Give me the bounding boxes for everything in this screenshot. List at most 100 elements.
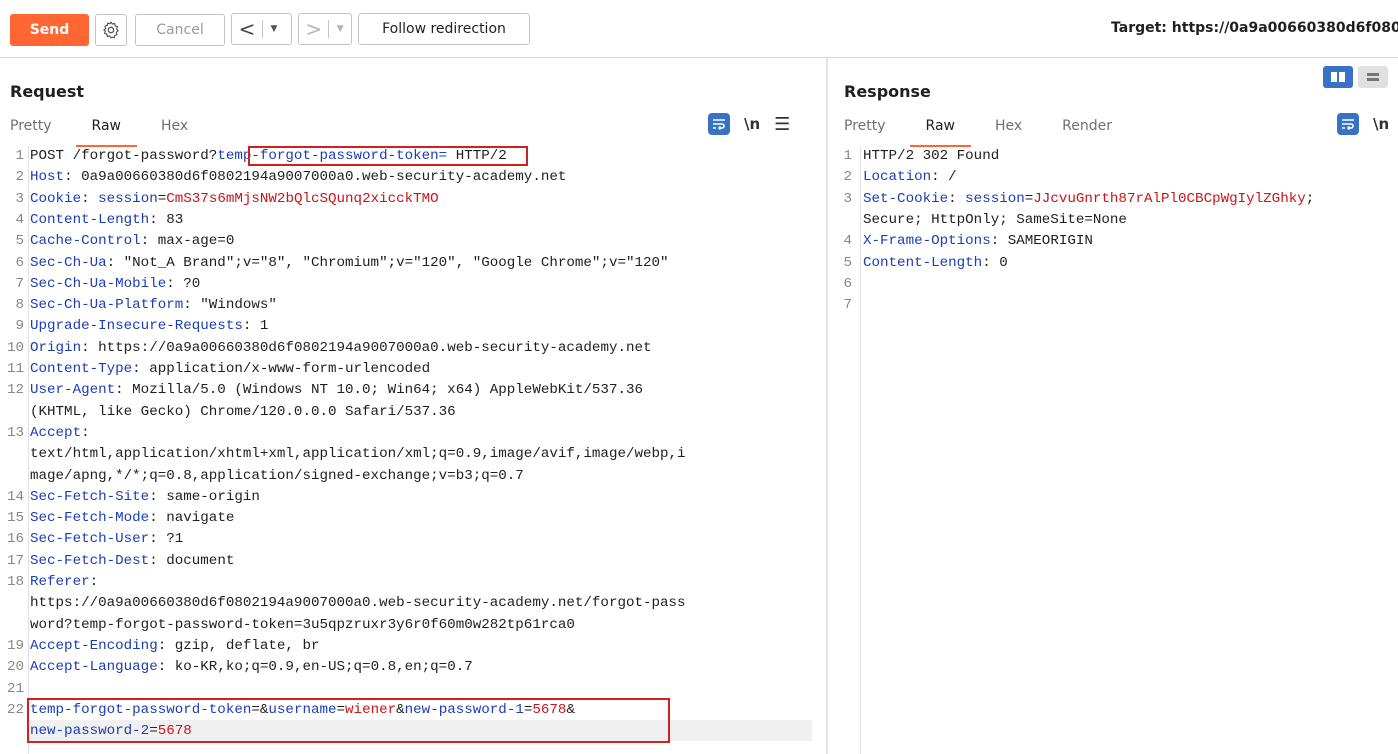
stacked-layout-icon[interactable]: [1358, 66, 1388, 88]
forward-history-dropdown[interactable]: ▼: [329, 14, 351, 44]
header-name: X-Frame-Options: [863, 233, 991, 250]
line-text: Upgrade-Insecure-Requests: 1: [30, 316, 268, 337]
line-number: 22: [6, 701, 24, 718]
code-text: : 1: [242, 318, 269, 335]
tab-hex[interactable]: Hex: [161, 118, 188, 142]
panel-divider[interactable]: [826, 58, 828, 754]
newline-toggle-icon[interactable]: \n: [1373, 115, 1389, 133]
code-text: word?temp-forgot-password-token=3u5qpzru…: [30, 616, 575, 633]
line-number: 7: [843, 297, 852, 314]
tab-pretty[interactable]: Pretty: [844, 118, 886, 142]
line-text: https://0a9a00660380d6f0802194a9007000a0…: [30, 593, 686, 614]
header-name: Cache-Control: [30, 233, 141, 250]
line-number: 14: [6, 488, 24, 505]
annotation-box-body: [27, 698, 670, 743]
line-text: Sec-Fetch-Mode: navigate: [30, 508, 234, 529]
response-editor[interactable]: 1 HTTP/2 302 Found 2 Location: / 3 Set-Cookie…: [830, 146, 1398, 754]
line-number: 21: [6, 680, 24, 697]
header-name: Cookie: [30, 190, 82, 207]
line-number: 7: [15, 275, 24, 292]
header-name: Sec-Fetch-Dest: [30, 552, 150, 569]
line-text: Accept:: [30, 423, 90, 444]
line-text: Sec-Fetch-Site: same-origin: [30, 487, 260, 508]
code-text: : 83: [149, 211, 184, 228]
line-number: 6: [15, 254, 24, 271]
forward-arrow-button[interactable]: >: [299, 14, 328, 44]
line-text: (KHTML, like Gecko) Chrome/120.0.0.0 Saf…: [30, 402, 456, 423]
tab-raw[interactable]: Raw: [75, 118, 138, 147]
hamburger-menu-icon[interactable]: ☰: [774, 114, 790, 135]
code-text: : 0a9a00660380d6f0802194a9007000a0.web-s…: [64, 169, 567, 186]
layout-toggle: [1323, 66, 1388, 88]
side-by-side-layout-icon[interactable]: [1323, 66, 1353, 88]
line-number: 5: [15, 233, 24, 250]
code-text: ;: [1305, 190, 1315, 207]
target-label[interactable]: Target: https://0a9a00660380d6f080: [1111, 20, 1398, 36]
line-text: Content-Length: 83: [30, 210, 183, 231]
header-name: Sec-Fetch-Mode: [30, 510, 150, 527]
tab-raw[interactable]: Raw: [909, 118, 972, 147]
code-text: :: [81, 424, 90, 441]
line-text: X-Frame-Options: SAMEORIGIN: [863, 231, 1093, 252]
line-number: 2: [843, 169, 852, 186]
gutter-divider: [860, 146, 861, 754]
send-button[interactable]: Send: [10, 14, 89, 46]
code-text: POST /forgot-password?: [30, 148, 218, 164]
line-text: Sec-Ch-Ua: "Not_A Brand";v="8", "Chromiu…: [30, 253, 669, 274]
line-text: Sec-Fetch-User: ?1: [30, 529, 183, 550]
settings-button[interactable]: [95, 14, 127, 46]
header-name: Content-Type: [30, 361, 133, 377]
word-wrap-icon[interactable]: [1337, 113, 1359, 135]
header-name: Accept: [30, 424, 82, 441]
code-text: :: [81, 190, 99, 207]
word-wrap-icon[interactable]: [708, 113, 730, 135]
code-text: : ?1: [149, 531, 184, 548]
header-name: Host: [30, 169, 65, 186]
line-number: 12: [6, 382, 24, 399]
tab-render[interactable]: Render: [1062, 118, 1112, 142]
line-text: Set-Cookie: session=JJcvuGnrth87rAlPl0CB…: [863, 189, 1314, 210]
code-text: text/html,application/xhtml+xml,applicat…: [30, 446, 686, 463]
code-text: : /: [931, 169, 957, 186]
tab-pretty[interactable]: Pretty: [10, 118, 52, 142]
back-nav-group: < ▼: [231, 13, 292, 45]
header-name: Sec-Fetch-User: [30, 531, 150, 548]
request-editor[interactable]: 1 POST /forgot-password?temp-forgot-passw…: [0, 146, 826, 754]
param-value: JJcvuGnrth87rAlPl0CBCpWgIylZGhky: [1033, 190, 1306, 207]
newline-toggle-icon[interactable]: \n: [744, 115, 760, 133]
line-text: word?temp-forgot-password-token=3u5qpzru…: [30, 615, 575, 636]
response-editor-icons: \n: [1337, 113, 1389, 135]
code-text: : application/x-www-form-urlencoded: [132, 361, 431, 377]
line-text: Sec-Ch-Ua-Platform: "Windows": [30, 295, 277, 316]
request-panel: Request Pretty Raw Hex \n ☰ 1 POST /forgo…: [0, 58, 826, 754]
cancel-button[interactable]: Cancel: [135, 14, 225, 46]
line-number: 20: [6, 659, 24, 676]
tab-hex[interactable]: Hex: [995, 118, 1022, 142]
line-text: Location: /: [863, 167, 957, 188]
code-text: :: [948, 190, 966, 207]
line-number: 5: [843, 254, 852, 271]
line-text: Sec-Ch-Ua-Mobile: ?0: [30, 274, 200, 295]
line-text: Cache-Control: max-age=0: [30, 231, 234, 252]
back-arrow-button[interactable]: <: [232, 14, 262, 44]
line-number: 3: [15, 190, 24, 207]
line-number: 9: [15, 318, 24, 335]
code-text: : max-age=0: [140, 233, 235, 250]
line-text: Secure; HttpOnly; SameSite=None: [863, 210, 1127, 231]
header-name: Sec-Fetch-Site: [30, 488, 150, 505]
code-text: : 0: [982, 254, 1008, 271]
header-name: session: [965, 190, 1025, 207]
code-text: : Mozilla/5.0 (Windows NT 10.0; Win64; x…: [115, 382, 644, 399]
follow-redirection-button[interactable]: Follow redirection: [358, 13, 530, 45]
back-history-dropdown[interactable]: ▼: [263, 14, 285, 44]
line-number: 6: [843, 275, 852, 292]
toolbar: Send Cancel < ▼ > ▼ Follow redirection T…: [0, 0, 1398, 58]
line-text: Content-Type: application/x-www-form-url…: [30, 359, 430, 380]
request-tabs: Pretty Raw Hex: [10, 118, 228, 147]
header-name: Location: [863, 169, 932, 186]
annotation-box-url-param: [248, 146, 528, 166]
line-text: Content-Length: 0: [863, 253, 1008, 274]
forward-nav-group: > ▼: [298, 13, 352, 45]
code-text: : SAMEORIGIN: [990, 233, 1093, 250]
code-text: (KHTML, like Gecko) Chrome/120.0.0.0 Saf…: [30, 403, 456, 420]
